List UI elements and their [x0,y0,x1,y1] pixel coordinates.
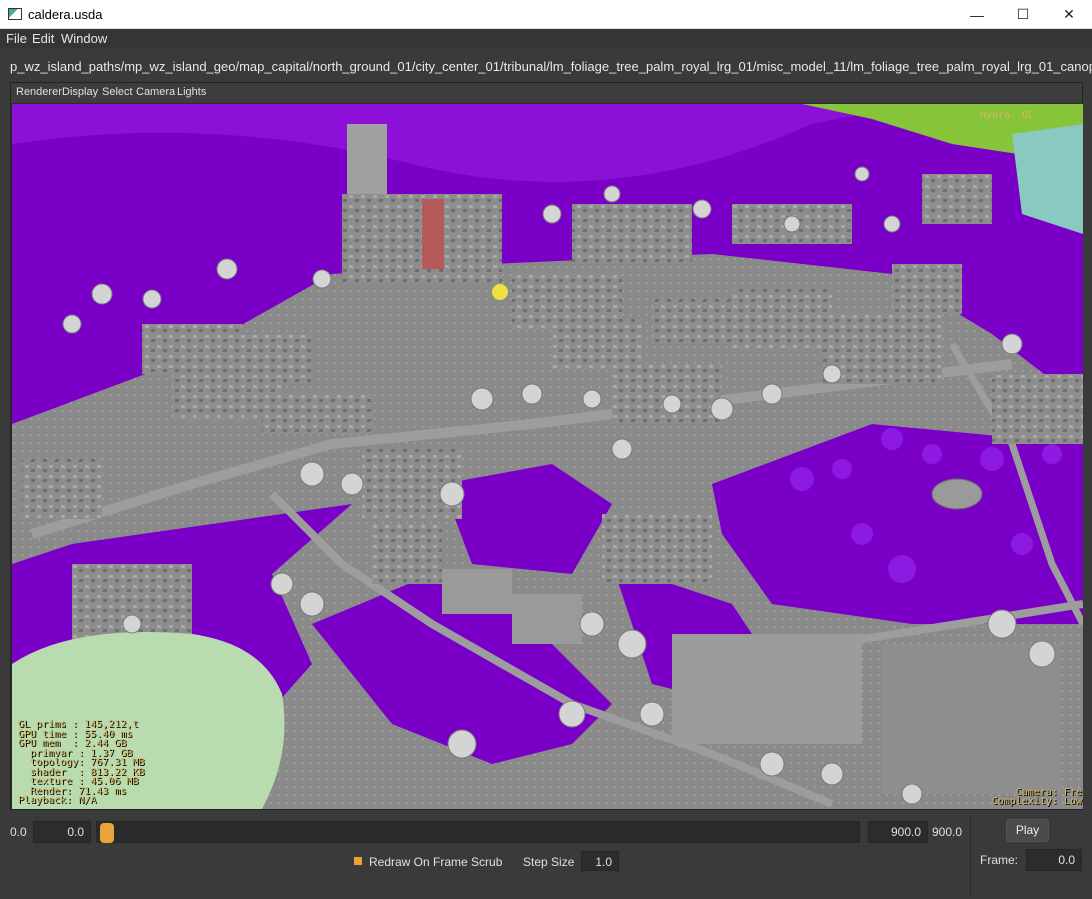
frame-field[interactable]: 0.0 [1026,849,1082,871]
viewport-menu-select[interactable]: Select [102,86,133,98]
timeline-end-field[interactable]: 900.0 [868,821,928,843]
prim-path-bar: p_wz_island_paths/mp_wz_island_geo/map_c… [0,49,1092,79]
app-icon [8,8,22,20]
hud-playback: Playback: N/A [18,795,97,806]
timeline-panel: 0.0 0.0 900.0 900.0 Play Redraw On Frame… [0,815,1092,899]
redraw-label: Redraw On Frame Scrub [369,855,503,869]
window-title: caldera.usda [28,7,103,22]
scene-render [12,104,1083,809]
menu-file[interactable]: File [6,31,27,46]
viewport-menu-bar: Renderer Display Select Camera Lights [11,83,1082,103]
viewport-menu-camera[interactable]: Camera [136,86,175,98]
hud-stats: GL prims : 145,212,t GPU time : 55.40 ms G… [18,720,144,806]
frame-label: Frame: [980,853,1019,867]
timeline-slider-track[interactable] [96,821,860,843]
viewport-menu-display[interactable]: Display [62,86,98,98]
close-button[interactable]: ✕ [1046,0,1092,29]
step-size-field[interactable]: 1.0 [581,851,619,871]
title-bar: caldera.usda — ☐ ✕ [0,0,1092,29]
menu-window[interactable]: Window [61,31,107,46]
viewport-menu-lights[interactable]: Lights [177,86,206,98]
menu-edit[interactable]: Edit [32,31,54,46]
minimize-button[interactable]: — [954,0,1000,29]
hud-renderer: Hydra: GL [980,110,1035,121]
maximize-button[interactable]: ☐ [1000,0,1046,29]
timeline-end-label: 900.0 [932,825,963,839]
viewport-menu-renderer[interactable]: Renderer [16,86,62,98]
timeline-separator [970,817,971,897]
step-size-label: Step Size [523,855,575,869]
redraw-checkbox[interactable] [354,857,362,865]
play-button[interactable]: Play [1006,819,1049,842]
viewport-3d-scene[interactable] [12,104,1083,809]
timeline-start-field[interactable]: 0.0 [33,821,91,843]
hud-complexity: Complexity: Low [991,796,1082,807]
timeline-slider-handle[interactable] [100,823,114,843]
menu-bar: File Edit Window [0,29,1092,49]
prim-path[interactable]: p_wz_island_paths/mp_wz_island_geo/map_c… [10,59,1092,74]
timeline-start-label: 0.0 [10,825,27,839]
